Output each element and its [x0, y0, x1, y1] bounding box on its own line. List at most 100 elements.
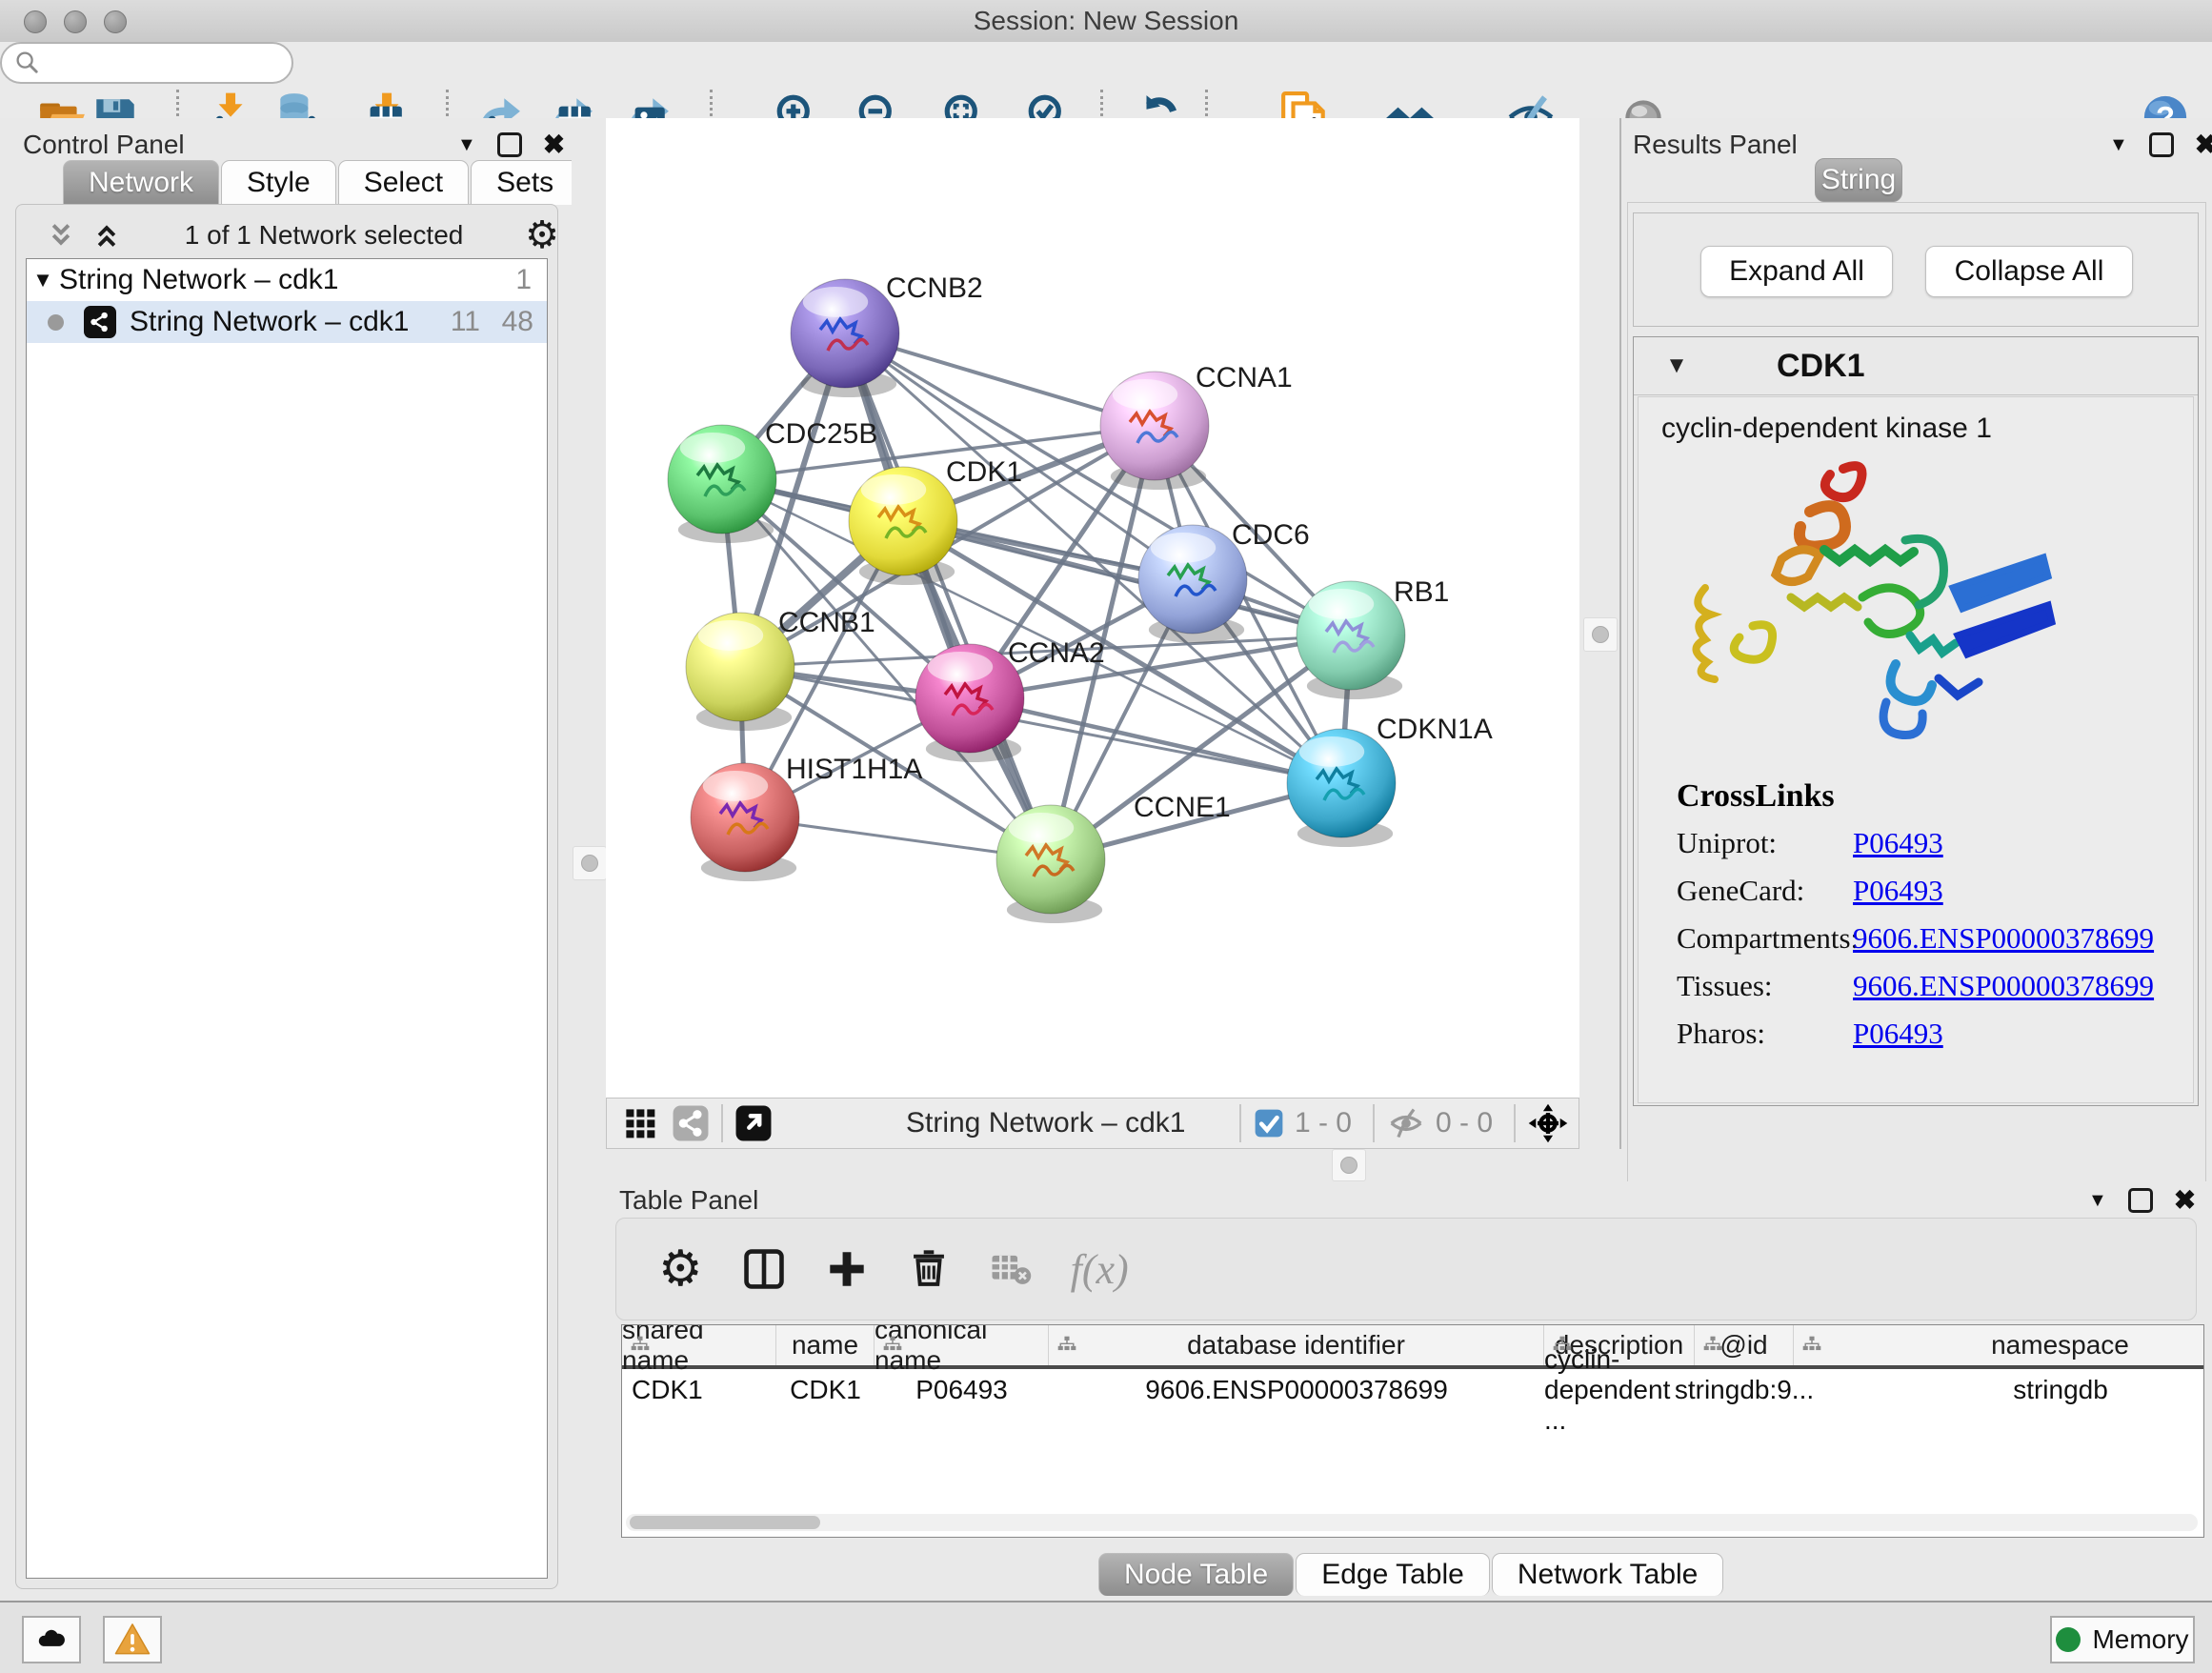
edge-CCNA2-CDKN1A[interactable]: [970, 698, 1341, 783]
node-CDKN1A[interactable]: CDKN1A: [1287, 714, 1493, 847]
splitter-handle-dot[interactable]: [1340, 1157, 1357, 1174]
column-header-namespace[interactable]: namespace: [1794, 1325, 2204, 1365]
node-label-CDKN1A: CDKN1A: [1377, 714, 1493, 745]
panel-float-icon[interactable]: [2128, 1188, 2153, 1213]
split-columns-icon[interactable]: [741, 1246, 787, 1292]
close-window-button[interactable]: [24, 10, 47, 33]
panel-collapse-icon[interactable]: ▼: [2109, 135, 2128, 154]
network-canvas[interactable]: CCNB2 CCNA1 CDC25B CDK1: [606, 118, 1579, 1098]
collapse-entry-icon[interactable]: ▼: [1634, 353, 1719, 379]
panel-collapse-icon[interactable]: ▼: [457, 135, 476, 154]
column-header-description[interactable]: description: [1544, 1325, 1695, 1365]
crosslink-link[interactable]: P06493: [1853, 1017, 1943, 1051]
right-splitter[interactable]: [1579, 118, 1619, 1149]
tab-select[interactable]: Select: [338, 160, 469, 205]
crosslink-link[interactable]: 9606.ENSP00000378699: [1853, 921, 2154, 956]
collapse-all-icon[interactable]: [45, 219, 77, 252]
panel-collapse-icon[interactable]: ▼: [2088, 1191, 2107, 1210]
tab-sets[interactable]: Sets: [471, 160, 579, 205]
network-collection-row[interactable]: ▼ String Network – cdk1 1: [27, 259, 547, 301]
column-header-database-identifier[interactable]: database identifier: [1049, 1325, 1544, 1365]
cell--id[interactable]: stringdb:9...: [1695, 1369, 1794, 1411]
memory-button[interactable]: Memory: [2050, 1616, 2195, 1663]
horizontal-scrollbar[interactable]: [626, 1514, 2198, 1531]
cell-namespace[interactable]: stringdb: [1794, 1369, 2204, 1411]
tab-style[interactable]: Style: [221, 160, 336, 205]
gear-icon[interactable]: ⚙: [525, 213, 559, 257]
search-input[interactable]: [42, 48, 274, 79]
scrollbar-thumb[interactable]: [630, 1516, 820, 1529]
node-CDK1[interactable]: CDK1: [849, 456, 1022, 585]
crosslink-link[interactable]: 9606.ENSP00000378699: [1853, 969, 2154, 1003]
network-share-icon[interactable]: [672, 1104, 710, 1142]
selected-count: 1 - 0: [1295, 1107, 1352, 1139]
minimize-window-button[interactable]: [64, 10, 87, 33]
node-RB1[interactable]: RB1: [1297, 576, 1449, 699]
crosslink-row: GeneCard:P06493: [1677, 874, 2154, 908]
search-field[interactable]: [0, 42, 293, 84]
node-CDC6[interactable]: CDC6: [1138, 519, 1310, 643]
tab-edge-table[interactable]: Edge Table: [1296, 1553, 1490, 1596]
table-panel: Table Panel ▼ ✖ ⚙ f(x) shared namenamec: [598, 1181, 2212, 1601]
panel-close-icon[interactable]: ✖: [2195, 131, 2212, 158]
memory-status-dot: [2056, 1627, 2081, 1652]
splitter-handle-dot[interactable]: [581, 855, 598, 872]
tree-expander-icon[interactable]: ▼: [27, 268, 59, 292]
delete-column-icon[interactable]: [907, 1247, 951, 1291]
zoom-window-button[interactable]: [104, 10, 127, 33]
table-toolbar: ⚙ f(x): [615, 1218, 2197, 1320]
expand-all-icon[interactable]: [90, 219, 123, 252]
edge-count: 48: [480, 306, 533, 338]
collection-count: 1: [515, 264, 532, 296]
panel-float-icon[interactable]: [497, 132, 522, 157]
splitter-handle-dot[interactable]: [1592, 626, 1609, 643]
selected-checkbox-icon[interactable]: [1253, 1107, 1285, 1139]
network-row-selected[interactable]: String Network – cdk1 11 48: [27, 301, 547, 343]
crosslink-row: Compartments:9606.ENSP00000378699: [1677, 921, 2154, 956]
table-tabs: Node TableEdge TableNetwork Table: [1098, 1553, 1725, 1596]
warning-button[interactable]: [103, 1616, 162, 1663]
tab-network[interactable]: Network: [63, 160, 219, 205]
hidden-eye-slash-icon[interactable]: [1386, 1103, 1426, 1143]
column-header-name[interactable]: name: [776, 1325, 875, 1365]
node-CCNA1[interactable]: CCNA1: [1100, 362, 1293, 490]
column-header-shared-name[interactable]: shared name: [622, 1325, 776, 1365]
collapse-all-button[interactable]: Collapse All: [1925, 246, 2133, 297]
node-label-RB1: RB1: [1394, 576, 1449, 608]
fit-selected-crosshair-icon[interactable]: [1527, 1102, 1569, 1144]
add-column-icon[interactable]: [825, 1247, 869, 1291]
tab-network-table[interactable]: Network Table: [1492, 1553, 1724, 1596]
node-table[interactable]: shared namenamecanonical namedatabase id…: [621, 1324, 2204, 1538]
cloud-button[interactable]: [22, 1616, 81, 1663]
crosslink-link[interactable]: P06493: [1853, 874, 1943, 908]
network-type-icon: [84, 306, 116, 338]
node-CCNB2[interactable]: CCNB2: [791, 272, 983, 397]
crosslink-link[interactable]: P06493: [1853, 826, 1943, 860]
external-link-icon[interactable]: [734, 1104, 773, 1142]
column-header--id[interactable]: @id: [1695, 1325, 1794, 1365]
string-results-container: Expand All Collapse All ▼ CDK1 cyclin-de…: [1627, 202, 2206, 1206]
node-CCNB1[interactable]: CCNB1: [686, 607, 875, 731]
delete-table-icon: [989, 1247, 1033, 1291]
panel-close-icon[interactable]: ✖: [543, 131, 565, 158]
crosslinks-section: CrossLinks Uniprot:P06493GeneCard:P06493…: [1677, 778, 2154, 1064]
birds-eye-grid-icon[interactable]: [622, 1105, 658, 1141]
tab-node-table[interactable]: Node Table: [1098, 1553, 1294, 1596]
cell-description[interactable]: cyclin-dependent ...: [1544, 1369, 1695, 1411]
gear-icon[interactable]: ⚙: [658, 1240, 703, 1298]
warning-icon: [114, 1622, 151, 1658]
tab-string[interactable]: String: [1815, 158, 1902, 202]
current-network-dot-icon: [48, 314, 64, 331]
node-label-HIST1H1A: HIST1H1A: [786, 754, 922, 785]
results-list: ▼ CDK1 cyclin-dependent kinase 1: [1633, 336, 2199, 1106]
panel-float-icon[interactable]: [2149, 132, 2174, 157]
expand-all-button[interactable]: Expand All: [1700, 246, 1893, 297]
column-header-canonical-name[interactable]: canonical name: [875, 1325, 1049, 1365]
panel-close-icon[interactable]: ✖: [2174, 1187, 2196, 1214]
node-HIST1H1A[interactable]: HIST1H1A: [691, 754, 922, 881]
cell-name[interactable]: CDK1: [776, 1369, 875, 1411]
cell-database-identifier[interactable]: 9606.ENSP00000378699: [1049, 1369, 1544, 1411]
gene-header-row[interactable]: ▼ CDK1: [1634, 337, 2198, 395]
results-panel-title: Results Panel: [1633, 130, 1798, 160]
results-buttons-box: Expand All Collapse All: [1633, 212, 2199, 327]
